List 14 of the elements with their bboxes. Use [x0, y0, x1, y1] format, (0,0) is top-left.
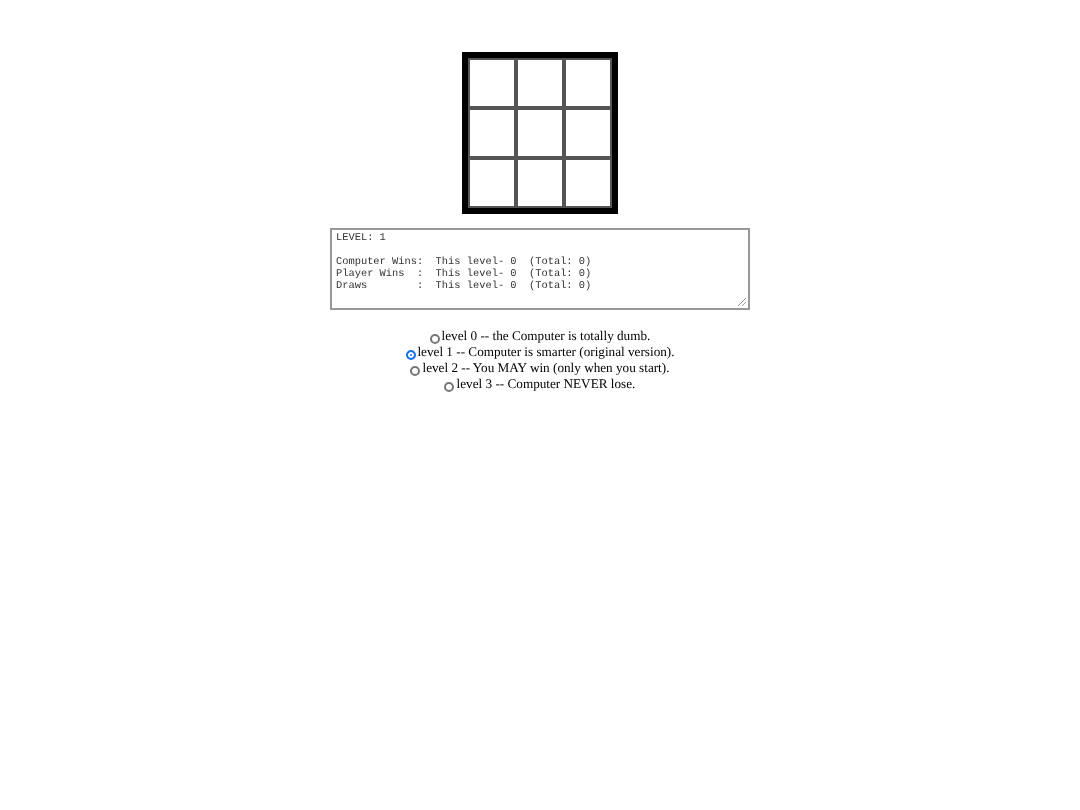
board-cell[interactable] [564, 58, 612, 108]
radio-button[interactable] [410, 365, 421, 375]
radio-button[interactable] [405, 349, 416, 359]
board-cell[interactable] [564, 108, 612, 158]
board-cell[interactable] [516, 108, 564, 158]
radio-button[interactable] [444, 381, 455, 391]
resize-grip-icon[interactable] [738, 298, 746, 306]
board-cell[interactable] [516, 58, 564, 108]
board-cell[interactable] [468, 158, 516, 208]
board-cell[interactable] [468, 58, 516, 108]
radio-button[interactable] [429, 333, 440, 343]
board-cell[interactable] [468, 108, 516, 158]
board-cell[interactable] [564, 158, 612, 208]
board-cell[interactable] [516, 158, 564, 208]
